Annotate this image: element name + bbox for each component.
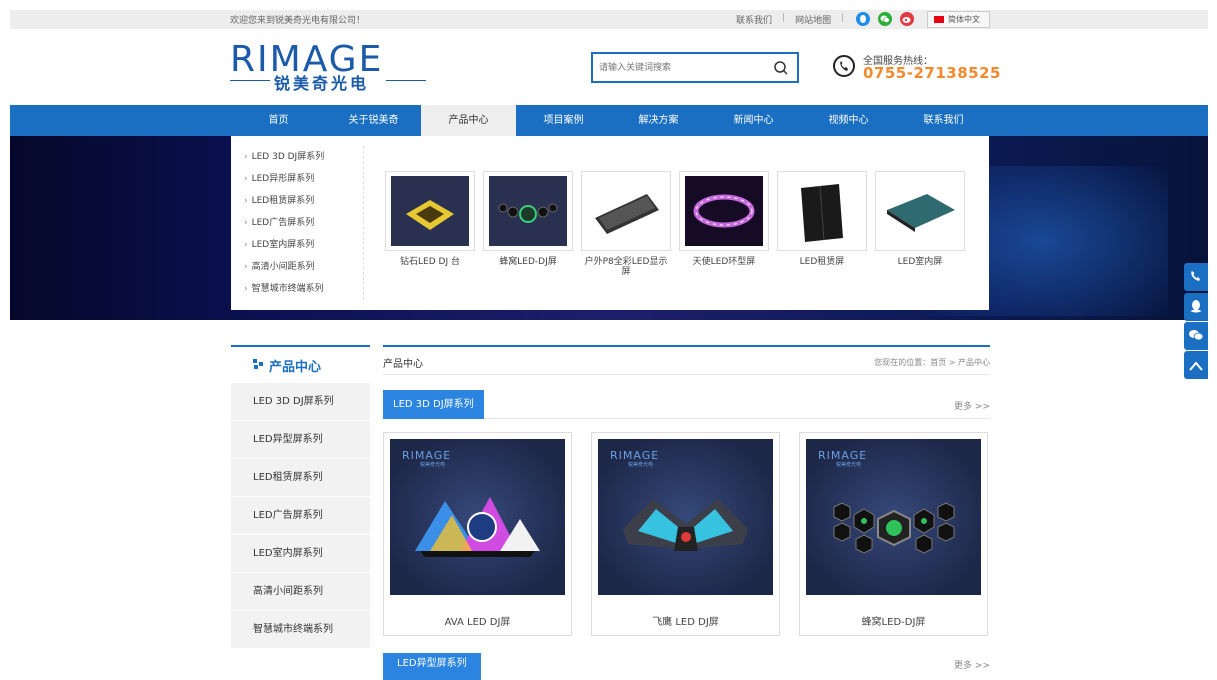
- welcome-text: 欢迎您来到锐美奇光电有限公司！: [230, 16, 366, 26]
- dropdown-product[interactable]: 钻石LED DJ 台: [385, 171, 475, 277]
- sidebar-item[interactable]: LED 3D DJ屏系列: [231, 383, 370, 421]
- content-header: 产品中心 您现在的位置：首页 > 产品中心: [383, 345, 990, 375]
- logo-chinese: 锐美奇光电: [274, 74, 370, 93]
- nav-solutions[interactable]: 解决方案: [611, 105, 706, 136]
- search-icon[interactable]: [773, 60, 789, 80]
- grid-icon: [253, 358, 263, 373]
- sidebar: 产品中心 LED 3D DJ屏系列 LED异型屏系列 LED租赁屏系列 LED广…: [231, 345, 370, 649]
- product-image: RIMAGE 锐美奇光电: [390, 439, 565, 595]
- product-caption: 飞鹰 LED DJ屏: [652, 617, 719, 628]
- sidebar-item[interactable]: LED租赁屏系列: [231, 459, 370, 497]
- float-phone-button[interactable]: [1184, 263, 1208, 291]
- product-thumb: [875, 171, 965, 251]
- top-links: 联系我们 | 网站地图 |: [736, 13, 844, 26]
- nav-home[interactable]: 首页: [231, 105, 326, 136]
- dropdown-product[interactable]: 蜂窝LED-DJ屏: [483, 171, 573, 277]
- wechat-icon[interactable]: [878, 12, 892, 26]
- sidebar-item[interactable]: 智慧城市终端系列: [231, 611, 370, 649]
- product-image: RIMAGE 锐美奇光电: [806, 439, 981, 595]
- sidebar-item[interactable]: LED异型屏系列: [231, 421, 370, 459]
- language-switch[interactable]: 简体中文: [927, 11, 990, 28]
- product-caption: AVA LED DJ屏: [444, 617, 511, 628]
- logo[interactable]: RIMAGE 锐美奇光电: [230, 42, 430, 93]
- dropdown-category[interactable]: › LED异形屏系列: [244, 172, 364, 194]
- search-box: [591, 52, 799, 83]
- breadcrumb[interactable]: 您现在的位置：首页 > 产品中心: [874, 357, 990, 368]
- phone-icon: [833, 55, 855, 77]
- dropdown-divider: [363, 146, 364, 300]
- float-wechat-button[interactable]: [1184, 322, 1208, 350]
- section-header: LED 3D DJ屏系列 更多 >>: [383, 390, 990, 419]
- nav-videos[interactable]: 视频中心: [801, 105, 896, 136]
- qq-icon[interactable]: [856, 12, 870, 26]
- china-flag-icon: [934, 16, 944, 23]
- nav-about[interactable]: 关于锐美奇: [326, 105, 421, 136]
- dropdown-category[interactable]: › 高清小间距系列: [244, 260, 364, 282]
- product-thumb: [581, 171, 671, 251]
- product-thumb: [385, 171, 475, 251]
- main-content: 产品中心 您现在的位置：首页 > 产品中心 LED 3D DJ屏系列 更多 >>…: [383, 345, 990, 680]
- sidebar-header: 产品中心: [231, 345, 370, 383]
- logo-line-right: [386, 80, 426, 81]
- divider: |: [841, 13, 845, 23]
- sidebar-item[interactable]: 高清小间距系列: [231, 573, 370, 611]
- product-cards: RIMAGE 锐美奇光电 AVA LED DJ屏 RIMAGE 锐美奇光电 飞鹰…: [383, 432, 990, 636]
- language-label: 简体中文: [948, 15, 980, 24]
- products-dropdown: › LED 3D DJ屏系列 › LED异形屏系列 › LED租赁屏系列 › LED广告…: [231, 136, 989, 310]
- dropdown-product[interactable]: LED室内屏: [875, 171, 965, 277]
- product-caption: 蜂窝LED-DJ屏: [861, 617, 926, 628]
- dropdown-product[interactable]: 天使LED环型屏: [679, 171, 769, 277]
- logo-line-left: [230, 80, 270, 81]
- section-header: LED异型屏系列 更多 >>: [383, 653, 990, 680]
- phone-icon: [1189, 268, 1203, 287]
- product-card[interactable]: RIMAGE 锐美奇光电 蜂窝LED-DJ屏: [799, 432, 988, 636]
- divider: |: [782, 13, 786, 23]
- section-tab[interactable]: LED 3D DJ屏系列: [383, 390, 484, 419]
- top-bar: 欢迎您来到锐美奇光电有限公司！ 联系我们 | 网站地图 | 简体中文: [10, 10, 1208, 29]
- nav-cases[interactable]: 项目案例: [516, 105, 611, 136]
- nav-contact[interactable]: 联系我们: [896, 105, 991, 136]
- dropdown-categories: › LED 3D DJ屏系列 › LED异形屏系列 › LED租赁屏系列 › LED广告…: [244, 150, 364, 304]
- main-nav: 首页 关于锐美奇 产品中心 项目案例 解决方案 新闻中心 视频中心 联系我们: [10, 105, 1208, 136]
- page-title: 产品中心: [383, 359, 423, 370]
- weibo-icon[interactable]: [900, 12, 914, 26]
- dropdown-product[interactable]: LED租赁屏: [777, 171, 867, 277]
- float-qq-button[interactable]: [1184, 293, 1208, 321]
- more-link[interactable]: 更多 >>: [954, 658, 990, 671]
- search-input[interactable]: [593, 54, 763, 81]
- product-thumb: [777, 171, 867, 251]
- dropdown-category[interactable]: › LED 3D DJ屏系列: [244, 150, 364, 172]
- product-thumb: [679, 171, 769, 251]
- chevron-up-icon: [1189, 356, 1203, 375]
- sidebar-item[interactable]: LED广告屏系列: [231, 497, 370, 535]
- dropdown-product[interactable]: 户外P8全彩LED显示屏: [581, 171, 671, 277]
- sidebar-item[interactable]: LED室内屏系列: [231, 535, 370, 573]
- contact-link[interactable]: 联系我们: [736, 13, 772, 26]
- wechat-icon: [1188, 327, 1204, 346]
- dropdown-products: 钻石LED DJ 台 蜂窝LED-DJ屏 户外P8全彩LED显示屏 天使LED环…: [385, 171, 965, 277]
- qq-icon: [1189, 298, 1203, 317]
- dropdown-category[interactable]: › LED室内屏系列: [244, 238, 364, 260]
- product-thumb: [483, 171, 573, 251]
- nav-news[interactable]: 新闻中心: [706, 105, 801, 136]
- float-back-to-top-button[interactable]: [1184, 351, 1208, 379]
- product-card[interactable]: RIMAGE 锐美奇光电 飞鹰 LED DJ屏: [591, 432, 780, 636]
- product-card[interactable]: RIMAGE 锐美奇光电 AVA LED DJ屏: [383, 432, 572, 636]
- product-image: RIMAGE 锐美奇光电: [598, 439, 773, 595]
- dropdown-category[interactable]: › 智慧城市终端系列: [244, 282, 364, 304]
- hotline-number: 0755-27138525: [863, 64, 1001, 82]
- sitemap-link[interactable]: 网站地图: [795, 13, 831, 26]
- sidebar-title: 产品中心: [269, 359, 322, 375]
- section-tab[interactable]: LED异型屏系列: [383, 653, 481, 680]
- nav-products[interactable]: 产品中心: [421, 105, 516, 136]
- dropdown-category[interactable]: › LED广告屏系列: [244, 216, 364, 238]
- dropdown-category[interactable]: › LED租赁屏系列: [244, 194, 364, 216]
- more-link[interactable]: 更多 >>: [954, 399, 990, 412]
